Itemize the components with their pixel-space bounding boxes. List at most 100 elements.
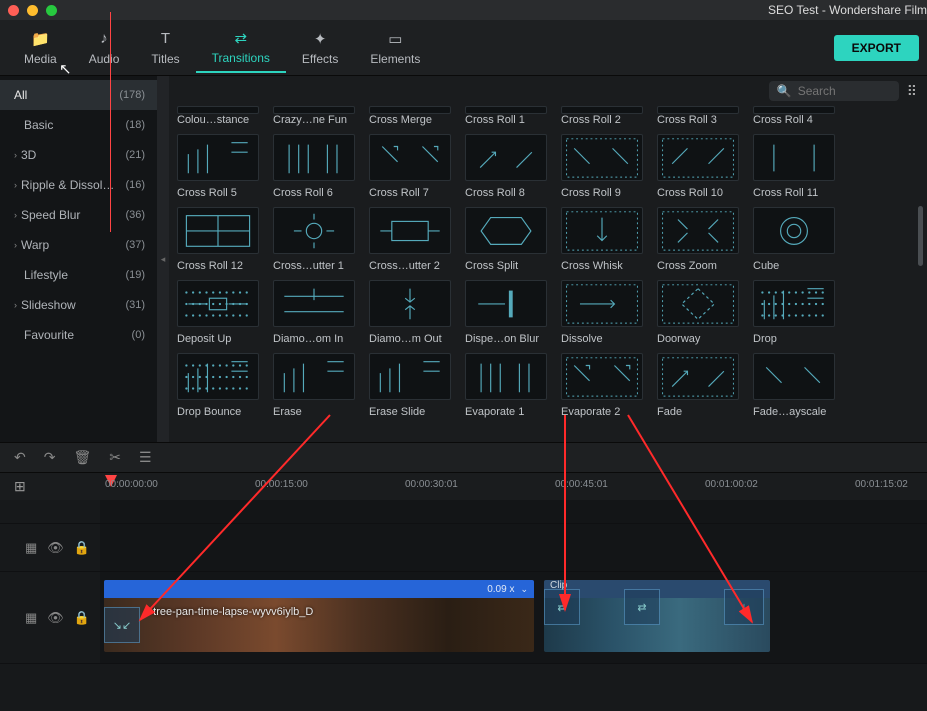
settings-icon[interactable]: ☰ xyxy=(139,449,152,466)
transition-marker-start[interactable]: ↘↙ xyxy=(104,607,140,643)
transition-thumb[interactable]: Cross Roll 11 xyxy=(753,134,835,199)
chevron-down-icon[interactable]: ⌄ xyxy=(520,584,528,595)
clip-2[interactable]: Clip ⇄ ⇄ ↓ xyxy=(544,580,770,652)
transition-thumb[interactable]: Cross…utter 2 xyxy=(369,207,451,272)
transition-thumb[interactable]: Colou…stance xyxy=(177,106,259,126)
transition-thumb[interactable]: Doorway xyxy=(657,280,739,345)
transition-thumb[interactable]: Cross Roll 3 xyxy=(657,106,739,126)
transitions-grid: Colou…stance Crazy…ne Fun Cross Merge Cross… xyxy=(157,106,927,442)
export-button[interactable]: EXPORT xyxy=(834,35,919,61)
search-input[interactable] xyxy=(798,84,888,98)
thumb-preview xyxy=(177,280,259,327)
chevron-right-icon: › xyxy=(14,150,17,160)
transition-thumb[interactable]: Erase xyxy=(273,353,355,418)
transition-thumb[interactable]: Fade…ayscale xyxy=(753,353,835,418)
thumb-preview xyxy=(561,134,643,181)
track-visibility-icon[interactable]: 👁 xyxy=(47,540,64,556)
thumb-label: Diamo…om In xyxy=(273,333,355,345)
transition-thumb[interactable]: Cross Zoom xyxy=(657,207,739,272)
sidebar-item-lifestyle[interactable]: Lifestyle(19) xyxy=(0,260,157,290)
track-visibility-icon[interactable]: 👁 xyxy=(47,610,64,626)
transition-thumb[interactable]: Cross Roll 8 xyxy=(465,134,547,199)
transition-thumb[interactable]: Deposit Up xyxy=(177,280,259,345)
track-1-body[interactable] xyxy=(100,524,927,571)
transition-thumb[interactable]: Erase Slide xyxy=(369,353,451,418)
close-window-button[interactable] xyxy=(8,5,19,16)
transition-thumb[interactable]: Cross Roll 12 xyxy=(177,207,259,272)
transition-thumb[interactable]: Cross Roll 5 xyxy=(177,134,259,199)
sidebar-item-all[interactable]: All(178) xyxy=(0,80,157,110)
thumb-preview xyxy=(561,207,643,254)
sidebar-item-favourite[interactable]: Favourite(0) xyxy=(0,320,157,350)
transition-marker-mid2[interactable]: ⇄ xyxy=(624,589,660,625)
track-2: ▦ 👁 🔒 0.09 x ⌄ ↘↙ s-tree-pan-time-lapse-… xyxy=(0,572,927,664)
sidebar-item-count: (36) xyxy=(125,209,145,221)
sidebar-item-basic[interactable]: Basic(18) xyxy=(0,110,157,140)
undo-icon[interactable]: ↶ xyxy=(14,449,26,466)
transition-marker-end[interactable]: ↓ xyxy=(724,589,764,625)
thumb-label: Cross Roll 6 xyxy=(273,187,355,199)
redo-icon[interactable]: ↷ xyxy=(44,449,56,466)
transition-marker-mid[interactable]: ⇄ xyxy=(544,589,580,625)
sidebar-item-count: (178) xyxy=(119,89,145,101)
transition-thumb[interactable]: Cube xyxy=(753,207,835,272)
transition-thumb[interactable]: Cross…utter 1 xyxy=(273,207,355,272)
tab-titles[interactable]: TTitles xyxy=(135,24,195,72)
transition-thumb[interactable]: Diamo…m Out xyxy=(369,280,451,345)
transition-thumb[interactable]: Cross Split xyxy=(465,207,547,272)
search-box[interactable]: 🔍 xyxy=(769,81,899,101)
audio-icon: ♪ xyxy=(100,30,108,48)
transition-thumb[interactable]: Evaporate 1 xyxy=(465,353,547,418)
track-lock-icon[interactable]: 🔒 xyxy=(74,540,90,556)
tab-effects[interactable]: ✦Effects xyxy=(286,24,354,72)
track-2-body[interactable]: 0.09 x ⌄ ↘↙ s-tree-pan-time-lapse-wyvv6i… xyxy=(100,572,927,663)
transition-thumb[interactable]: Drop xyxy=(753,280,835,345)
transition-thumb[interactable]: Dispe…on Blur xyxy=(465,280,547,345)
thumb-preview xyxy=(177,134,259,181)
sidebar-item-speed-blur[interactable]: ›Speed Blur(36) xyxy=(0,200,157,230)
track-spacer xyxy=(0,500,927,524)
transition-thumb[interactable]: Drop Bounce xyxy=(177,353,259,418)
transition-thumb[interactable]: Cross Roll 1 xyxy=(465,106,547,126)
transition-thumb[interactable]: Cross Roll 7 xyxy=(369,134,451,199)
clip-1-name: s-tree-pan-time-lapse-wyvv6iylb_D xyxy=(144,606,313,618)
sidebar-item-3d[interactable]: ›3D(21) xyxy=(0,140,157,170)
transition-thumb[interactable]: Diamo…om In xyxy=(273,280,355,345)
tab-audio[interactable]: ♪Audio xyxy=(73,24,136,72)
add-track-icon[interactable]: ⊞ xyxy=(14,478,26,495)
transition-thumb[interactable]: Evaporate 2 xyxy=(561,353,643,418)
tab-transitions[interactable]: ⇄Transitions xyxy=(196,23,286,73)
transition-thumb[interactable]: Fade xyxy=(657,353,739,418)
sidebar-item-slideshow[interactable]: ›Slideshow(31) xyxy=(0,290,157,320)
transitions-grid-wrap: ◂ 🔍 ⠿ Colou…stance Crazy…ne Fun Cross Merg… xyxy=(157,76,927,442)
clip-1[interactable]: 0.09 x ⌄ ↘↙ s-tree-pan-time-lapse-wyvv6i… xyxy=(104,580,534,652)
chevron-right-icon: › xyxy=(14,210,17,220)
transition-thumb[interactable]: Cross Roll 2 xyxy=(561,106,643,126)
sidebar-item-label: All xyxy=(14,88,119,102)
transition-thumb[interactable]: Crazy…ne Fun xyxy=(273,106,355,126)
minimize-window-button[interactable] xyxy=(27,5,38,16)
timeline-ruler[interactable]: ⊞ 00:00:00:0000:00:15:0000:00:30:0100:00… xyxy=(0,472,927,500)
transition-thumb[interactable]: Cross Roll 10 xyxy=(657,134,739,199)
sidebar-collapse-handle[interactable]: ◂ xyxy=(157,76,169,442)
transition-thumb[interactable]: Cross Roll 6 xyxy=(273,134,355,199)
maximize-window-button[interactable] xyxy=(46,5,57,16)
split-icon[interactable]: ✂ xyxy=(109,449,121,466)
transition-thumb[interactable]: Cross Roll 4 xyxy=(753,106,835,126)
tab-media[interactable]: 📁Media xyxy=(8,24,73,72)
transition-thumb[interactable]: Dissolve xyxy=(561,280,643,345)
grid-view-toggle-icon[interactable]: ⠿ xyxy=(907,83,917,100)
delete-icon[interactable]: 🗑 xyxy=(73,449,91,466)
tab-elements[interactable]: ▭Elements xyxy=(354,24,436,72)
transition-thumb[interactable]: Cross Merge xyxy=(369,106,451,126)
track-lock-icon[interactable]: 🔒 xyxy=(74,610,90,626)
thumb-preview xyxy=(561,280,643,327)
sidebar-item-warp[interactable]: ›Warp(37) xyxy=(0,230,157,260)
sidebar-item-ripple-dissol-[interactable]: ›Ripple & Dissol…(16) xyxy=(0,170,157,200)
transition-thumb[interactable]: Cross Whisk xyxy=(561,207,643,272)
transition-thumb[interactable]: Cross Roll 9 xyxy=(561,134,643,199)
track-grid-icon[interactable]: ▦ xyxy=(25,540,37,556)
vertical-scrollbar[interactable] xyxy=(918,206,923,266)
track-grid-icon[interactable]: ▦ xyxy=(25,610,37,626)
thumb-label: Cross…utter 1 xyxy=(273,260,355,272)
